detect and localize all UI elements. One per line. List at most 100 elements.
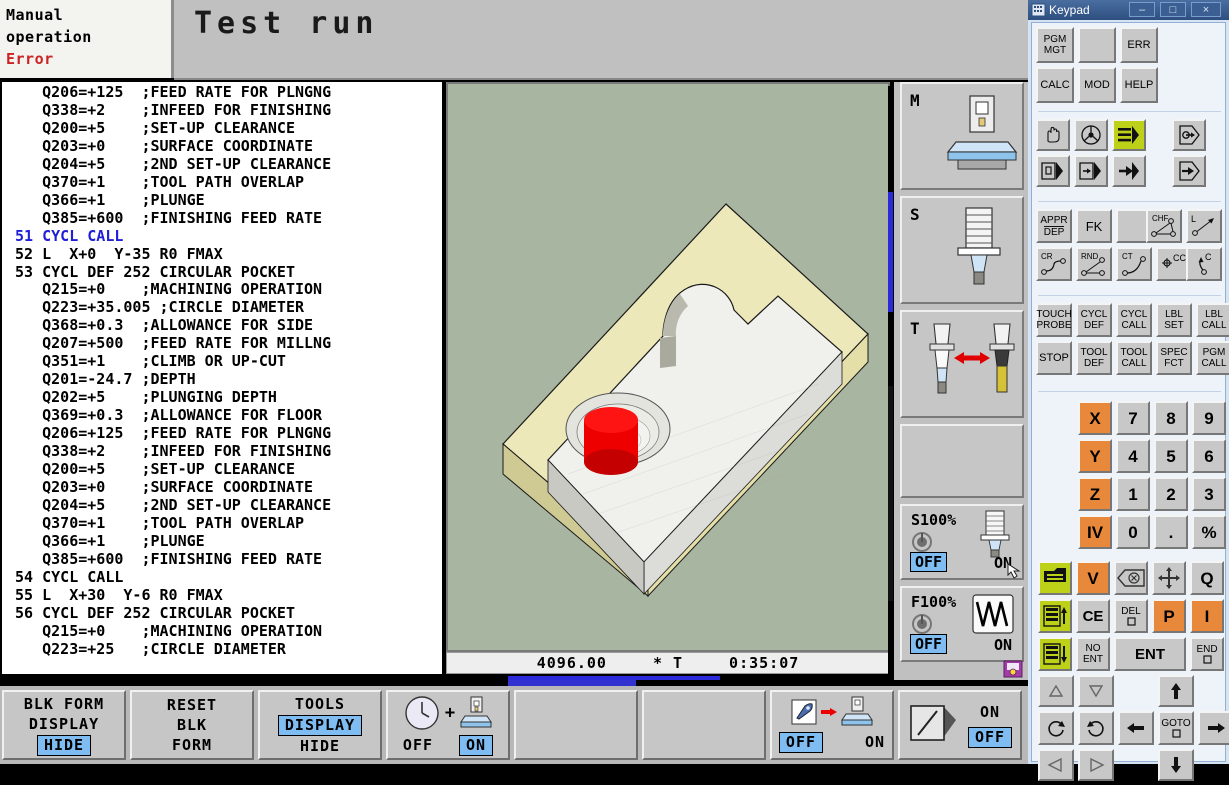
key-arrow-up-small[interactable] — [1038, 675, 1074, 707]
key-pgm-call[interactable]: PGM CALL — [1196, 341, 1229, 375]
softkey-rapid-traverse[interactable]: OFF ON — [770, 690, 894, 760]
key-q-parameter[interactable]: Q — [1190, 561, 1224, 595]
program-line[interactable]: Q351=+1 ;CLIMB OR UP-CUT — [6, 352, 442, 371]
key-goto[interactable]: GOTO — [1158, 711, 1194, 745]
key-axis-x[interactable]: X — [1078, 401, 1112, 435]
program-line[interactable]: Q370=+1 ;TOOL PATH OVERLAP — [6, 173, 442, 192]
program-line[interactable]: Q215=+0 ;MACHINING OPERATION — [6, 622, 442, 641]
program-line[interactable]: Q215=+0 ;MACHINING OPERATION — [6, 281, 442, 299]
key-ce[interactable]: CE — [1076, 599, 1110, 633]
status-box-empty[interactable] — [900, 424, 1024, 498]
key-program-input[interactable] — [1036, 155, 1070, 187]
key-note-pad[interactable] — [1038, 561, 1072, 595]
program-line[interactable]: Q366=+1 ;PLUNGE — [6, 191, 442, 210]
program-line[interactable]: Q204=+5 ;2ND SET-UP CLEARANCE — [6, 496, 442, 515]
simulation-graphics[interactable] — [446, 82, 890, 652]
program-line[interactable]: Q338=+2 ;INFEED FOR FINISHING — [6, 101, 442, 120]
softkey-empty-2[interactable] — [642, 690, 766, 760]
program-line[interactable]: Q223=+35.005 ;CIRCLE DIAMETER — [6, 298, 442, 317]
program-line[interactable]: Q338=+2 ;INFEED FOR FINISHING — [6, 442, 442, 461]
key-actual-position-capture[interactable] — [1152, 561, 1186, 595]
key-line[interactable]: L — [1186, 209, 1222, 243]
key-digit-5[interactable]: 5 — [1154, 439, 1188, 473]
key-spec-fct[interactable]: SPEC FCT — [1156, 341, 1192, 375]
feed-override-off[interactable]: OFF — [910, 634, 948, 654]
key-lbl-call[interactable]: LBL CALL — [1196, 303, 1229, 337]
program-line[interactable]: Q201=-24.7 ;DEPTH — [6, 370, 442, 389]
key-chamfer[interactable]: CHF — [1146, 209, 1182, 243]
program-line[interactable]: Q370=+1 ;TOOL PATH OVERLAP — [6, 514, 442, 533]
program-line[interactable]: Q203=+0 ;SURFACE COORDINATE — [6, 478, 442, 497]
key-digit-3[interactable]: 3 — [1192, 477, 1226, 511]
key-blank-file[interactable] — [1078, 27, 1116, 63]
key-digit-2[interactable]: 2 — [1154, 477, 1188, 511]
program-line[interactable]: Q200=+5 ;SET-UP CLEARANCE — [6, 119, 442, 138]
spindle-override-box[interactable]: S100% OFF ON — [900, 504, 1024, 580]
key-circle-radius[interactable]: CR — [1036, 247, 1072, 281]
key-rounding[interactable]: RND — [1076, 247, 1112, 281]
program-line[interactable]: Q202=+5 ;PLUNGING DEPTH — [6, 388, 442, 407]
key-digit-1[interactable]: 1 — [1116, 477, 1150, 511]
key-fk[interactable]: FK — [1076, 209, 1112, 243]
program-listing[interactable]: Q206=+125 ;FEED RATE FOR PLNGNG Q338=+2 … — [2, 82, 442, 674]
key-digit-9[interactable]: 9 — [1192, 401, 1226, 435]
key-pgm-mgt[interactable]: PGM MGT — [1036, 27, 1074, 63]
key-axis-p[interactable]: P — [1152, 599, 1186, 633]
softkey-blk-form-display[interactable]: BLK FORM DISPLAY HIDE — [2, 690, 126, 760]
key-page-up[interactable] — [1038, 599, 1072, 633]
program-line[interactable]: 55 L X+30 Y-6 R0 FMAX — [6, 586, 442, 605]
key-arrow-down-small[interactable] — [1078, 675, 1114, 707]
key-digit-7[interactable]: 7 — [1116, 401, 1150, 435]
maximize-button[interactable]: □ — [1160, 2, 1186, 17]
key-axis-v[interactable]: V — [1076, 561, 1110, 595]
key-digit-0[interactable]: 0 — [1116, 515, 1150, 549]
key-digit-4[interactable]: 4 — [1116, 439, 1150, 473]
key-page-down[interactable] — [1038, 637, 1072, 671]
floppy-disk-icon[interactable] — [1003, 660, 1023, 678]
key-arrow-up[interactable] — [1158, 675, 1194, 707]
key-arrow-prev[interactable] — [1038, 749, 1074, 781]
program-line[interactable]: Q200=+5 ;SET-UP CLEARANCE — [6, 460, 442, 479]
key-arrow-down[interactable] — [1158, 749, 1194, 781]
program-line[interactable]: 51 CYCL CALL — [6, 227, 442, 246]
program-line[interactable]: Q366=+1 ;PLUNGE — [6, 532, 442, 551]
key-test-run[interactable] — [1172, 119, 1206, 151]
key-axis-y[interactable]: Y — [1078, 439, 1112, 473]
softkey-machining-time[interactable]: + OFF ON — [386, 690, 510, 760]
key-stop[interactable]: STOP — [1036, 341, 1072, 375]
program-line[interactable]: Q385=+600 ;FINISHING FEED RATE — [6, 209, 442, 228]
program-line[interactable]: 54 CYCL CALL — [6, 568, 442, 587]
program-line[interactable]: 53 CYCL DEF 252 CIRCULAR POCKET — [6, 263, 442, 282]
key-single-block[interactable] — [1112, 155, 1146, 187]
key-lbl-set[interactable]: LBL SET — [1156, 303, 1192, 337]
minimize-button[interactable]: – — [1129, 2, 1155, 17]
key-electronic-handwheel[interactable] — [1074, 119, 1108, 151]
key-arrow-left[interactable] — [1118, 711, 1154, 745]
key-axis-iv[interactable]: IV — [1078, 515, 1112, 549]
key-program-run-full-sequence[interactable] — [1112, 119, 1146, 151]
key-program-run-single[interactable] — [1172, 155, 1206, 187]
key-mod[interactable]: MOD — [1078, 67, 1116, 103]
spindle-override-off[interactable]: OFF — [910, 552, 948, 572]
key-axis-i[interactable]: I — [1190, 599, 1224, 633]
key-rotate-ccw[interactable] — [1038, 711, 1074, 745]
key-err[interactable]: ERR — [1120, 27, 1158, 63]
key-digit-8[interactable]: 8 — [1154, 401, 1188, 435]
softkey-reset-blk-form[interactable]: RESET BLK FORM — [130, 690, 254, 760]
softkey-empty-1[interactable] — [514, 690, 638, 760]
program-line[interactable]: Q385=+600 ;FINISHING FEED RATE — [6, 550, 442, 569]
key-touch-probe[interactable]: TOUCH PROBE — [1036, 303, 1072, 337]
program-line[interactable]: 56 CYCL DEF 252 CIRCULAR POCKET — [6, 604, 442, 623]
key-del[interactable]: DEL — [1114, 599, 1148, 633]
key-appr-dep[interactable]: APPR DEP — [1036, 209, 1072, 243]
program-line[interactable]: Q204=+5 ;2ND SET-UP CLEARANCE — [6, 155, 442, 174]
key-manual-operation[interactable] — [1036, 119, 1070, 151]
status-box-m[interactable]: M — [900, 82, 1024, 190]
key-end[interactable]: END — [1190, 637, 1224, 671]
key-arrow-right[interactable] — [1198, 711, 1229, 745]
key-calc[interactable]: CALC — [1036, 67, 1074, 103]
status-column-scrollbar[interactable] — [888, 86, 893, 680]
key-no-ent[interactable]: NO ENT — [1076, 637, 1110, 671]
key-decimal-point[interactable]: . — [1154, 515, 1188, 549]
feed-override-box[interactable]: F100% OFF ON — [900, 586, 1024, 662]
